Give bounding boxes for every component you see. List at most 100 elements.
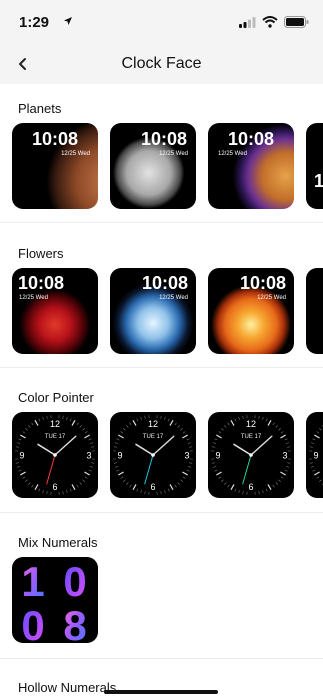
dial-tick xyxy=(312,469,316,472)
clock-face-planet-moon[interactable]: 10:08 12/25 Wed xyxy=(110,123,196,209)
dial-numeral: 9 xyxy=(215,451,220,461)
dial-tick xyxy=(71,420,76,426)
clock-face-mix-numerals[interactable]: 1 0 0 8 xyxy=(12,557,98,643)
clock-face-planet-gas-giant[interactable]: 10:08 12/25 Wed xyxy=(208,123,294,209)
dial-tick xyxy=(16,466,20,468)
dial-tick xyxy=(188,466,192,468)
second-hand xyxy=(46,454,56,485)
dial-tick xyxy=(221,428,224,431)
dial-tick xyxy=(71,484,76,490)
dial-tick xyxy=(310,442,314,444)
dial-tick xyxy=(90,466,94,468)
dial-day: TUE 17 xyxy=(45,434,66,440)
dial-tick xyxy=(177,482,180,485)
clock-face-flower-dahlia[interactable]: 10:08 12/25 Wed xyxy=(208,268,294,354)
dial-tick xyxy=(84,431,88,434)
dial-tick xyxy=(136,488,139,492)
dial-tick xyxy=(140,490,142,494)
section-title: Hollow Numerals xyxy=(18,680,117,695)
dial-numeral: 6 xyxy=(52,482,57,492)
dial-tick xyxy=(15,462,19,464)
dial-tick xyxy=(272,484,275,488)
dial-numeral: 9 xyxy=(19,451,24,461)
clock-face-flower-rose[interactable]: 10:08 12/25 Wed xyxy=(12,268,98,354)
dial-tick xyxy=(180,479,183,482)
dial-tick xyxy=(31,484,34,488)
clock-face-color-pointer[interactable]: 12369TUE 17 xyxy=(208,412,294,498)
dial-tick xyxy=(76,484,79,488)
dial-tick xyxy=(314,471,320,476)
dial-tick xyxy=(284,438,288,441)
dial-numeral: 9 xyxy=(313,451,318,461)
dial-tick xyxy=(286,442,290,444)
clock-face-flower-succulent[interactable]: 10:08 12/25 Wed xyxy=(110,268,196,354)
dial-tick xyxy=(214,438,218,441)
status-bar: 1:29 xyxy=(0,0,323,44)
divider xyxy=(0,367,323,368)
dial-tick xyxy=(310,466,314,468)
dial-tick xyxy=(46,415,48,419)
dial-tick xyxy=(230,484,235,490)
mix-numerals-art: 1 0 0 8 xyxy=(21,558,86,643)
dial-numeral: 6 xyxy=(248,482,253,492)
dial-tick xyxy=(90,442,94,444)
clock-time: 10:08 xyxy=(18,273,65,293)
dial-tick xyxy=(129,484,132,488)
location-arrow-icon xyxy=(64,17,72,25)
dial-center xyxy=(53,453,57,457)
mix-digit: 1 xyxy=(21,558,44,605)
dial-tick xyxy=(262,416,264,420)
dial-tick xyxy=(76,422,79,426)
dial-tick xyxy=(262,490,264,494)
dial-tick xyxy=(312,438,316,441)
dial-tick xyxy=(218,431,222,434)
divider xyxy=(0,512,323,513)
dial-tick xyxy=(88,469,92,472)
dial-numeral: 12 xyxy=(50,419,60,429)
dial-tick xyxy=(287,446,291,448)
dial-tick xyxy=(113,462,117,464)
clock-face-color-pointer[interactable]: 12369TUE 17 xyxy=(110,412,196,498)
clock-face-color-pointer[interactable]: 12369TUE 17 xyxy=(12,412,98,498)
dial-tick xyxy=(280,431,284,434)
clock-face-color-pointer[interactable]: 12369TUE 17 xyxy=(306,412,323,498)
dial-tick xyxy=(280,434,286,439)
dial-tick xyxy=(15,446,19,448)
dial-tick xyxy=(114,442,118,444)
second-hand xyxy=(144,454,154,485)
dial-tick xyxy=(287,462,291,464)
clock-face-planet-mars[interactable]: 10:08 12/25 Wed xyxy=(12,123,98,209)
dial-tick xyxy=(46,491,48,495)
dial-tick xyxy=(129,422,132,426)
clock-date: 12/25 Wed xyxy=(218,151,247,157)
clock-date: 12/25 Wed xyxy=(159,151,188,157)
dial-tick xyxy=(275,425,278,428)
dial-numeral: 9 xyxy=(117,451,122,461)
dial-tick xyxy=(28,425,31,428)
dial-tick xyxy=(116,438,120,441)
dial-tick xyxy=(120,476,124,479)
nav-bar: Clock Face xyxy=(0,44,323,84)
dial-tick xyxy=(275,482,278,485)
dial-tick xyxy=(38,418,41,422)
dial-tick xyxy=(216,471,222,476)
dial-tick xyxy=(25,428,28,431)
dial-tick xyxy=(182,476,186,479)
dial-tick xyxy=(22,431,26,434)
status-time: 1:29 xyxy=(19,14,50,31)
dial-tick xyxy=(309,462,313,464)
dial-tick xyxy=(224,482,227,485)
dial-tick xyxy=(82,479,85,482)
dial-tick xyxy=(182,431,186,434)
dial-tick xyxy=(242,415,244,419)
dial-tick xyxy=(314,434,320,439)
dial-tick xyxy=(18,469,22,472)
dial-tick xyxy=(113,446,117,448)
dial-tick xyxy=(28,482,31,485)
dial-tick xyxy=(22,476,26,479)
dial-tick xyxy=(126,425,129,428)
clock-face-flower-partial[interactable] xyxy=(306,268,323,354)
dial-numeral: 3 xyxy=(282,451,287,461)
dial-numeral: 3 xyxy=(184,451,189,461)
clock-face-planet-partial[interactable]: 10 xyxy=(306,123,323,209)
